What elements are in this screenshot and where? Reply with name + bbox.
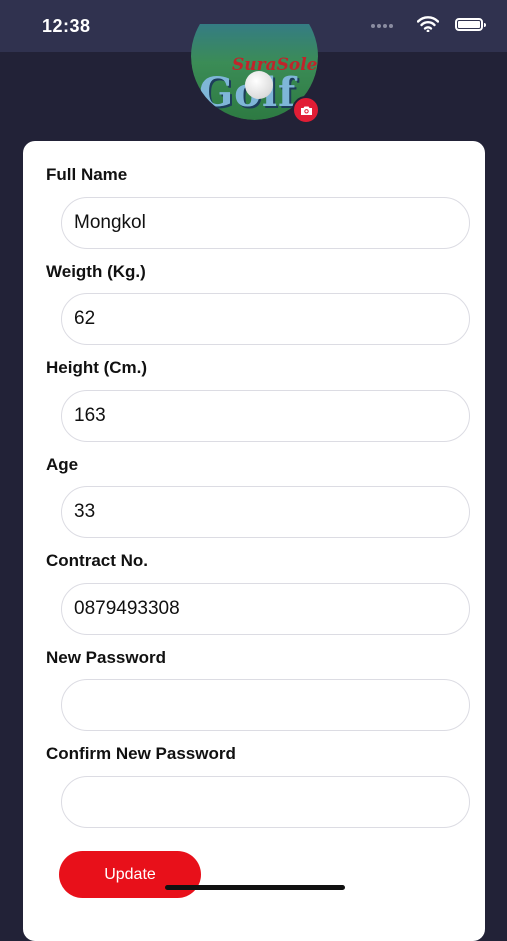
height-field[interactable] [61,390,470,442]
full-name-label: Full Name [46,165,128,184]
full-name-field[interactable] [61,197,470,249]
contract-number-field[interactable] [61,583,470,635]
new-password-field[interactable] [61,679,470,731]
age-field[interactable] [61,486,470,538]
age-label: Age [46,455,79,474]
update-button[interactable]: Update [59,851,201,898]
battery-icon [455,18,486,31]
signal-icon [371,24,395,28]
weight-field[interactable] [61,293,470,345]
weight-label: Weigth (Kg.) [46,262,146,281]
change-photo-button[interactable] [292,96,320,124]
profile-form-card: Full Name Weigth (Kg.) Height (Cm.) Age … [23,141,485,941]
wifi-icon [417,16,439,32]
new-password-label: New Password [46,648,166,667]
confirm-password-label: Confirm New Password [46,744,236,763]
home-indicator [165,885,345,890]
contract-number-label: Contract No. [46,551,148,570]
logo-text-top: SuraSole [232,55,318,75]
height-label: Height (Cm.) [46,358,148,377]
camera-icon [300,106,312,115]
status-time: 12:38 [42,16,91,36]
golf-ball-icon [245,71,273,99]
confirm-password-field[interactable] [61,776,470,828]
